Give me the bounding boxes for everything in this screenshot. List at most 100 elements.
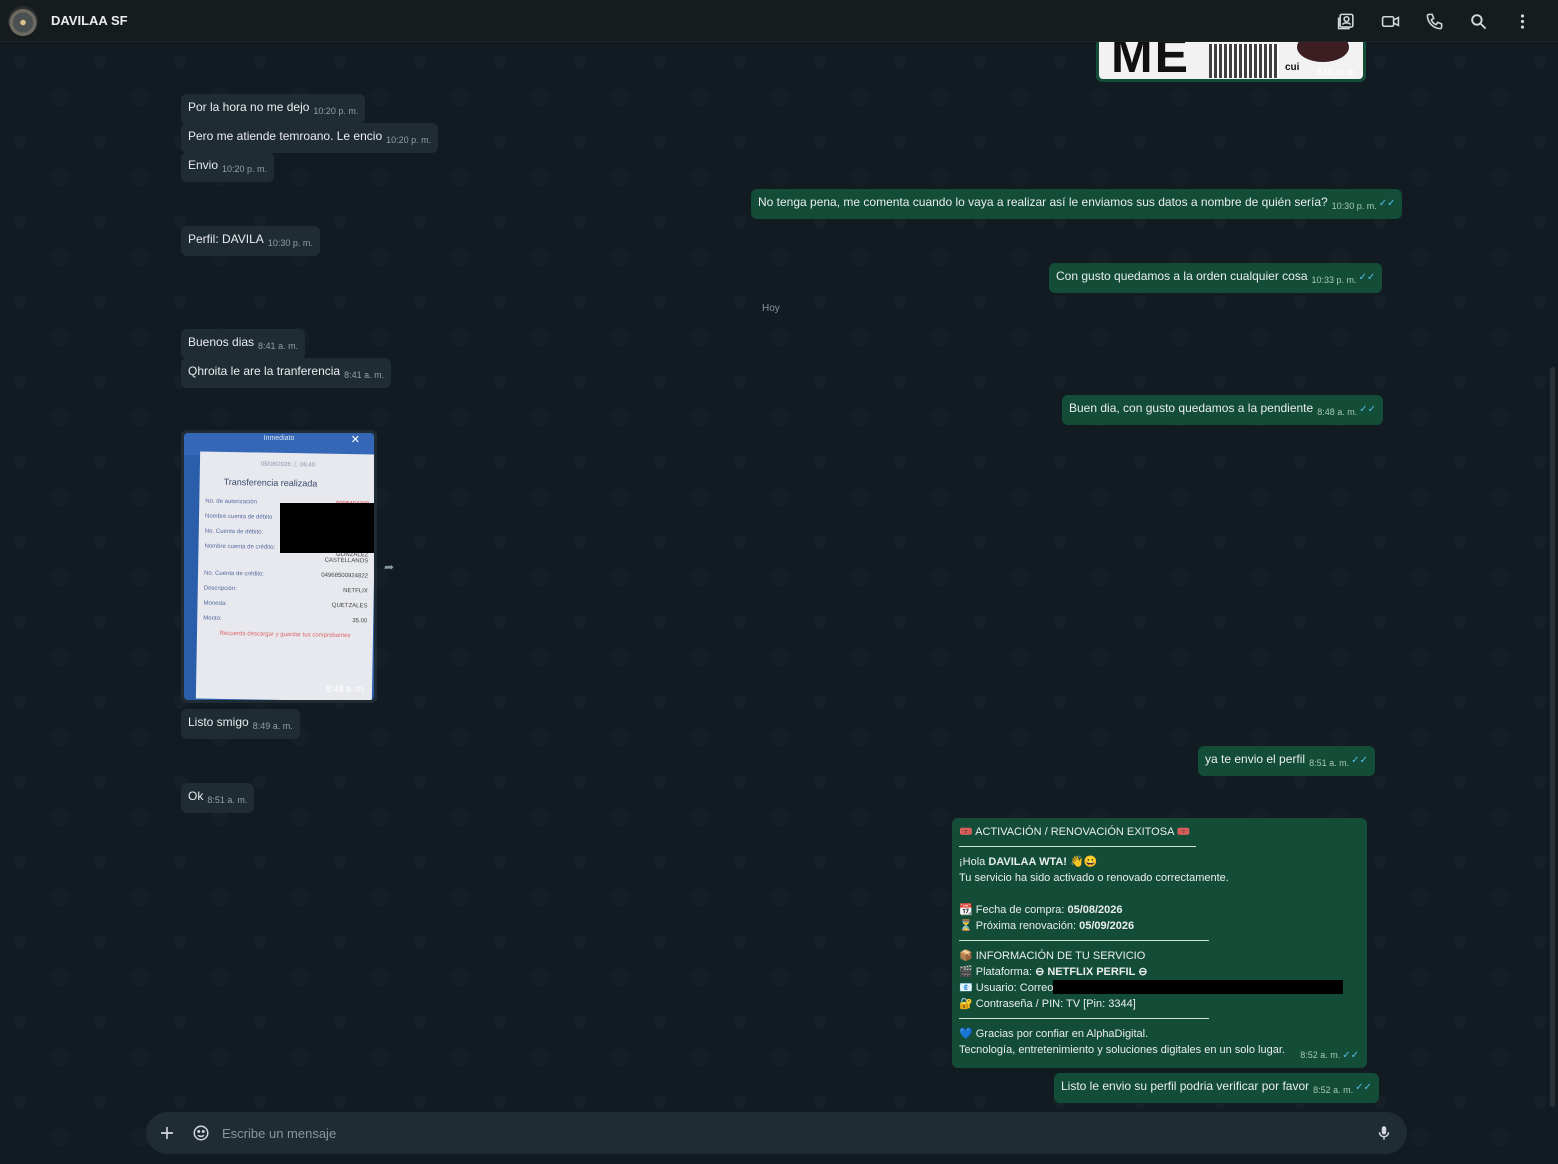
video-call-icon[interactable] xyxy=(1368,0,1412,42)
header-actions xyxy=(1324,0,1544,42)
message-in[interactable]: Envio 10:20 p. m. xyxy=(181,152,275,182)
forward-icon[interactable]: ➦ xyxy=(384,560,402,578)
message-time: 8:51 a. m. xyxy=(207,795,248,805)
message-out[interactable]: Buen dia, con gusto quedamos a la pendie… xyxy=(1062,395,1383,425)
message-in[interactable]: Listo smigo 8:49 a. m. xyxy=(181,709,300,739)
message-composer xyxy=(146,1112,1407,1154)
message-text: Listo smigo xyxy=(188,715,249,729)
divider xyxy=(959,846,1196,847)
message-time-group: 8:52 a. m. ✓✓ xyxy=(1300,1047,1359,1064)
message-text: Por la hora no me dejo xyxy=(188,100,310,114)
receipt-label: Descripción: xyxy=(203,585,237,593)
user-label: 📧 Usuario: Correo xyxy=(959,982,1054,994)
image-preview: ME cui 8:00 p. m. xyxy=(1099,42,1363,79)
message-text: Con gusto quedamos a la orden cualquier … xyxy=(1056,269,1308,283)
renewal-date-label: ⏳ Próxima renovación: xyxy=(959,920,1080,932)
message-text: No tenga pena, me comenta cuando lo vaya… xyxy=(758,195,1328,209)
receipt-label: No. Cuenta de débito: xyxy=(204,528,264,536)
platform-label: 🎬 Plataforma: xyxy=(959,966,1036,978)
greeting-name: DAVILAA WTA! xyxy=(988,856,1067,868)
scrollbar[interactable] xyxy=(1550,367,1555,1107)
message-text: Buen dia, con gusto quedamos a la pendie… xyxy=(1069,401,1314,415)
receipt-row: Monto: 35.00 xyxy=(203,616,367,625)
read-receipt-icon: ✓✓ xyxy=(1342,1050,1359,1061)
image-message-in[interactable]: Inmediato ✕ 05/08/2026 ⓘ 06:40 Transfere… xyxy=(181,430,377,703)
receipt-image: Inmediato ✕ 05/08/2026 ⓘ 06:40 Transfere… xyxy=(184,433,374,700)
read-receipt-icon: ✓✓ xyxy=(1378,198,1396,209)
message-text: Pero me atiende temroano. Le encio xyxy=(188,129,383,143)
message-text: Buenos dias xyxy=(188,335,255,349)
message-in[interactable]: Qhroita le are la tranferencia 8:41 a. m. xyxy=(181,358,392,388)
receipt-title: Transferencia realizada xyxy=(223,476,318,489)
thanks-line: 💙 Gracias por confiar en AlphaDigital. xyxy=(959,1028,1149,1040)
purchase-date-line: 📆 Fecha de compra: 05/08/2026 xyxy=(959,902,1360,918)
search-icon[interactable] xyxy=(1456,0,1500,42)
message-time: 8:51 a. m. xyxy=(1309,758,1350,768)
message-time: 8:48 a. m. xyxy=(325,684,366,694)
read-receipt-icon: ✓✓ xyxy=(1358,272,1376,283)
receipt-label: Nombre cuenta de débito xyxy=(204,513,273,521)
service-info-title: 📦 INFORMACIÓN DE TU SERVICIO xyxy=(959,950,1146,962)
message-text: Qhroita le are la tranferencia xyxy=(188,364,341,378)
message-time: 10:20 p. m. xyxy=(313,106,359,116)
receipt-body: 05/08/2026 ⓘ 06:40 Transferencia realiza… xyxy=(195,451,374,700)
message-in[interactable]: Perfil: DAVILA 10:30 p. m. xyxy=(181,226,320,256)
message-time: 10:30 p. m. xyxy=(1331,201,1377,211)
sticker-icon[interactable] xyxy=(184,1112,218,1154)
menu-dots-icon[interactable] xyxy=(1500,0,1544,42)
day-divider: Hoy xyxy=(762,303,780,314)
attach-plus-icon[interactable] xyxy=(150,1112,184,1154)
message-time: 10:33 p. m. xyxy=(1311,275,1357,285)
avatar[interactable] xyxy=(8,5,38,36)
image-message-out[interactable]: ME cui 8:00 p. m. xyxy=(1096,42,1366,82)
receipt-value: 04968500924822 xyxy=(321,572,369,580)
message-text: Envio xyxy=(188,158,219,172)
receipt-row: No. Cuenta de crédito: 04968500924822 xyxy=(204,571,368,580)
message-in[interactable]: Pero me atiende temroano. Le encio 10:20 … xyxy=(181,123,439,153)
message-time: 8:52 a. m. xyxy=(1313,1085,1354,1095)
message-time: 8:49 a. m. xyxy=(252,721,293,731)
voice-call-icon[interactable] xyxy=(1412,0,1456,42)
close-icon: ✕ xyxy=(350,434,360,446)
activation-message[interactable]: 🎟️ ACTIVACIÓN / RENOVACIÓN EXITOSA 🎟️ ¡H… xyxy=(952,818,1367,1068)
message-time: 8:41 a. m. xyxy=(344,370,385,380)
message-input[interactable] xyxy=(218,1125,1367,1141)
message-text: Perfil: DAVILA xyxy=(188,232,264,246)
receipt-label: No. Cuenta de crédito: xyxy=(203,570,265,578)
microphone-icon[interactable] xyxy=(1367,1112,1401,1154)
message-time: 8:52 a. m. xyxy=(1300,1050,1341,1060)
message-time: 8:00 p. m. xyxy=(1316,67,1357,77)
receipt-date: 05/08/2026 ⓘ 06:40 xyxy=(260,461,316,469)
platform-value: ⊖ NETFLIX PERFIL ⊖ xyxy=(1035,966,1148,978)
activation-title: 🎟️ ACTIVACIÓN / RENOVACIÓN EXITOSA 🎟️ xyxy=(959,826,1191,838)
greeting-emoji: 👋😀 xyxy=(1066,856,1098,868)
contact-name[interactable]: DAVILAA SF xyxy=(51,13,128,28)
message-out[interactable]: Con gusto quedamos a la orden cualquier … xyxy=(1049,263,1383,293)
message-time: 8:48 a. m. xyxy=(1317,407,1358,417)
logo-badge xyxy=(1297,42,1349,62)
message-time: 10:30 p. m. xyxy=(267,238,313,248)
activated-line: Tu servicio ha sido activado o renovado … xyxy=(959,872,1229,884)
message-out[interactable]: ya te envio el perfil 8:51 a. m. ✓✓ xyxy=(1198,746,1375,776)
message-in[interactable]: Ok 8:51 a. m. xyxy=(181,783,255,813)
platform-line: 🎬 Plataforma: ⊖ NETFLIX PERFIL ⊖ xyxy=(959,964,1360,980)
message-out[interactable]: Listo le envio su perfil podria verifica… xyxy=(1054,1073,1379,1103)
message-time: 10:20 p. m. xyxy=(386,135,432,145)
message-in[interactable]: Buenos dias 8:41 a. m. xyxy=(181,329,306,359)
receipt-value: NETFLIX xyxy=(343,587,368,595)
message-text: Listo le envio su perfil podria verifica… xyxy=(1061,1079,1310,1093)
message-out[interactable]: No tenga pena, me comenta cuando lo vaya… xyxy=(751,189,1403,219)
receipt-label: No. de autorización xyxy=(205,498,258,506)
chat-area[interactable]: ME cui 8:00 p. m. Por la hora no me dejo… xyxy=(0,42,1558,1164)
renewal-date-line: ⏳ Próxima renovación: 05/09/2026 xyxy=(959,918,1360,934)
message-in[interactable]: Por la hora no me dejo 10:20 p. m. xyxy=(181,94,366,124)
image-text: ME xyxy=(1111,42,1190,79)
purchase-date-label: 📆 Fecha de compra: xyxy=(959,904,1068,916)
message-text: Ok xyxy=(188,789,204,803)
message-time: 8:41 a. m. xyxy=(258,341,299,351)
divider xyxy=(959,940,1209,941)
receipt-value: QUETZALES xyxy=(331,602,368,610)
contact-card-icon[interactable] xyxy=(1324,0,1368,42)
image-text-small: cui xyxy=(1285,62,1300,73)
receipt-label: Nombre cuenta de crédito: xyxy=(204,543,276,551)
